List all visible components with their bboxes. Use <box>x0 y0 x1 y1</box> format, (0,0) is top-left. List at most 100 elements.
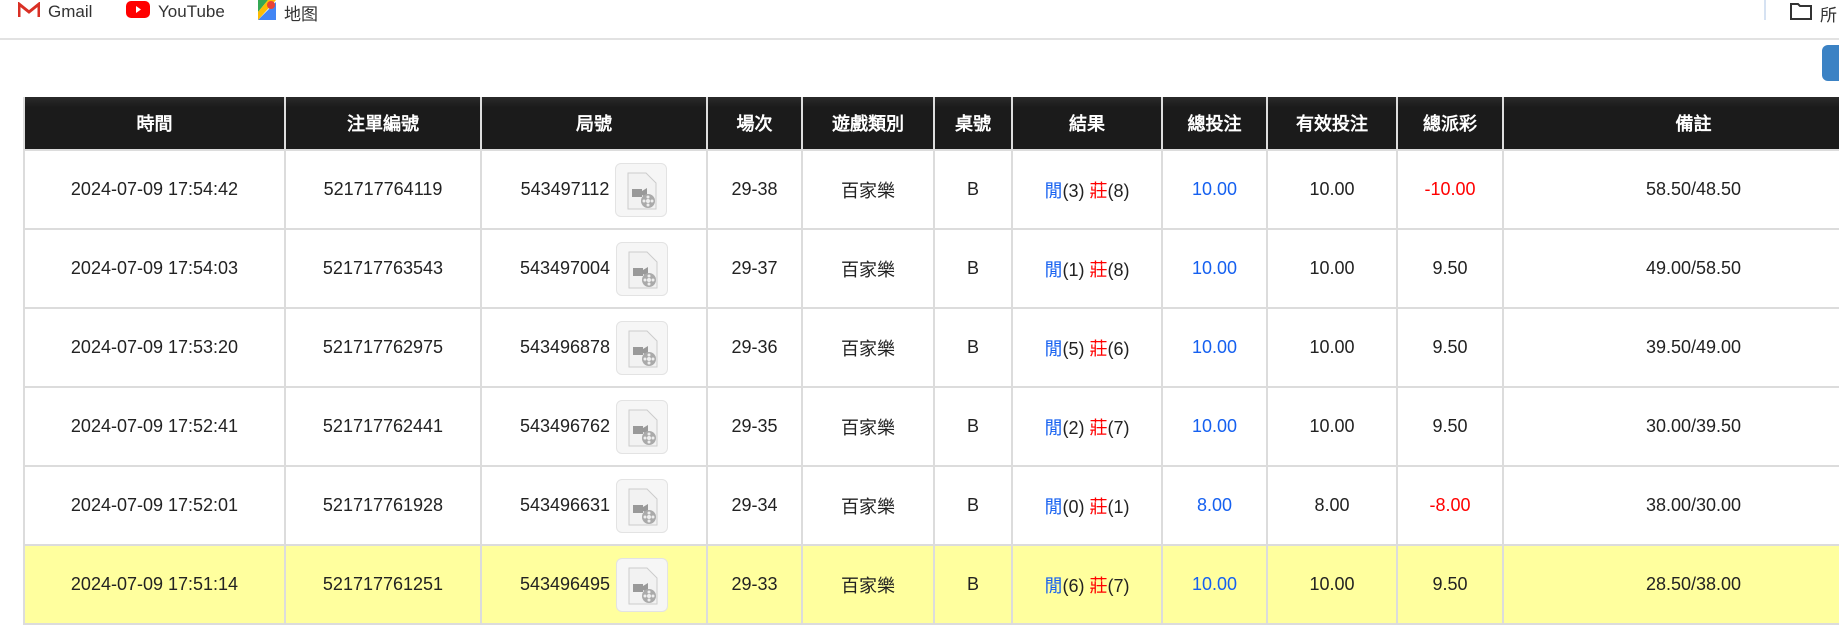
header-bet-id: 注單編號 <box>284 97 482 150</box>
cell-note: 30.00/39.50 <box>1502 386 1839 467</box>
banker-label: 莊 <box>1089 496 1108 517</box>
payout-text: 9.50 <box>1432 258 1468 278</box>
banker-label: 莊 <box>1089 259 1108 280</box>
bookmarks-folder[interactable]: 所 <box>1790 1 1837 26</box>
video-replay-icon[interactable] <box>616 241 669 296</box>
table-row: 2024-07-09 17:53:20 521717762975 543496878… <box>23 307 1839 388</box>
banker-label: 莊 <box>1089 575 1108 596</box>
header-time: 時間 <box>23 97 286 150</box>
video-replay-icon[interactable] <box>615 162 668 217</box>
bookmark-label: Gmail <box>48 2 93 21</box>
folder-label: 所 <box>1820 6 1837 25</box>
player-score: (3) <box>1062 180 1085 201</box>
bookmark-maps[interactable]: 地图 <box>258 0 318 25</box>
game-type-text: 百家樂 <box>841 180 895 201</box>
table-row: 2024-07-09 17:52:41 521717762441 543496762… <box>23 386 1839 467</box>
valid-bet-text: 10.00 <box>1309 337 1355 357</box>
bookmark-youtube[interactable]: YouTube <box>126 1 225 23</box>
banker-score: (7) <box>1107 575 1130 596</box>
maps-icon <box>258 0 276 25</box>
cell-round: 543496878 <box>480 307 708 388</box>
cell-shoe: 29-36 <box>706 307 803 388</box>
game-type-text: 百家樂 <box>841 496 895 517</box>
cell-valid-bet: 10.00 <box>1266 386 1398 467</box>
cell-total-bet: 10.00 <box>1161 228 1268 309</box>
payout-text: 9.50 <box>1432 337 1468 357</box>
banker-score: (8) <box>1107 180 1130 201</box>
shoe-text: 29-33 <box>731 574 778 594</box>
time-text: 2024-07-09 17:51:14 <box>70 574 239 594</box>
cell-table-no: B <box>933 228 1013 309</box>
bet-records-table: 時間 注單編號 局號 場次 遊戲類別 桌號 結果 總投注 有效投注 總派彩 備註 2024-07-0… <box>23 97 1839 625</box>
video-replay-icon[interactable] <box>616 320 669 375</box>
table-no-text: B <box>966 337 979 357</box>
cell-note: 39.50/49.00 <box>1502 307 1839 388</box>
banker-label: 莊 <box>1089 417 1108 438</box>
payout-text: 9.50 <box>1432 416 1468 436</box>
table-row: 2024-07-09 17:51:14 521717761251 543496495… <box>23 544 1839 625</box>
bet-id-text: 521717761928 <box>322 495 444 515</box>
cell-result: 閒(2) 莊(7) <box>1011 386 1163 467</box>
round-text: 543496495 <box>519 573 611 594</box>
cell-valid-bet: 10.00 <box>1266 149 1398 230</box>
table-row: 2024-07-09 17:54:42 521717764119 543497112… <box>23 149 1839 230</box>
table-no-text: B <box>966 574 979 594</box>
cell-game-type: 百家樂 <box>801 149 935 230</box>
cell-game-type: 百家樂 <box>801 307 935 388</box>
payout-text: 9.50 <box>1432 574 1468 594</box>
cell-payout: -10.00 <box>1396 149 1504 230</box>
cell-bet-id: 521717761928 <box>284 465 482 546</box>
cell-round: 543496762 <box>480 386 708 467</box>
player-label: 閒 <box>1044 575 1063 596</box>
side-button[interactable] <box>1822 45 1839 81</box>
bet-id-text: 521717763543 <box>322 258 444 278</box>
cell-game-type: 百家樂 <box>801 544 935 625</box>
bet-id-text: 521717762441 <box>322 416 444 436</box>
time-text: 2024-07-09 17:54:03 <box>70 258 239 278</box>
cell-bet-id: 521717764119 <box>284 149 482 230</box>
cell-result: 閒(0) 莊(1) <box>1011 465 1163 546</box>
player-label: 閒 <box>1044 417 1063 438</box>
round-text: 543496631 <box>519 494 611 515</box>
cell-time: 2024-07-09 17:53:20 <box>23 307 286 388</box>
cell-note: 28.50/38.00 <box>1502 544 1839 625</box>
cell-table-no: B <box>933 544 1013 625</box>
video-replay-icon[interactable] <box>616 557 669 612</box>
cell-shoe: 29-38 <box>706 149 803 230</box>
player-label: 閒 <box>1044 338 1063 359</box>
header-total-bet: 總投注 <box>1161 97 1268 150</box>
cell-total-bet: 10.00 <box>1161 149 1268 230</box>
table-no-text: B <box>966 416 979 436</box>
cell-total-bet: 10.00 <box>1161 307 1268 388</box>
video-replay-icon[interactable] <box>616 478 669 533</box>
cell-payout: 9.50 <box>1396 386 1504 467</box>
bookmarks-bar: Gmail YouTube 地图 所 <box>0 0 1839 40</box>
note-text: 38.00/30.00 <box>1645 495 1742 515</box>
bookmark-label: YouTube <box>158 2 225 21</box>
shoe-text: 29-37 <box>731 258 778 278</box>
header-game-type: 遊戲類別 <box>801 97 935 150</box>
table-no-text: B <box>966 258 979 278</box>
table-row: 2024-07-09 17:52:01 521717761928 543496631… <box>23 465 1839 546</box>
cell-note: 38.00/30.00 <box>1502 465 1839 546</box>
cell-result: 閒(1) 莊(8) <box>1011 228 1163 309</box>
cell-table-no: B <box>933 307 1013 388</box>
cell-round: 543496495 <box>480 544 708 625</box>
cell-total-bet: 10.00 <box>1161 386 1268 467</box>
cell-shoe: 29-35 <box>706 386 803 467</box>
folder-icon <box>1790 2 1812 25</box>
cell-table-no: B <box>933 386 1013 467</box>
cell-payout: 9.50 <box>1396 307 1504 388</box>
cell-time: 2024-07-09 17:51:14 <box>23 544 286 625</box>
valid-bet-text: 8.00 <box>1314 495 1350 515</box>
bookmark-gmail[interactable]: Gmail <box>17 0 93 23</box>
cell-result: 閒(6) 莊(7) <box>1011 544 1163 625</box>
cell-game-type: 百家樂 <box>801 386 935 467</box>
cell-note: 58.50/48.50 <box>1502 149 1839 230</box>
cell-result: 閒(5) 莊(6) <box>1011 307 1163 388</box>
cell-valid-bet: 10.00 <box>1266 228 1398 309</box>
cell-time: 2024-07-09 17:52:41 <box>23 386 286 467</box>
round-text: 543497004 <box>519 257 611 278</box>
video-replay-icon[interactable] <box>616 399 669 454</box>
game-type-text: 百家樂 <box>841 338 895 359</box>
